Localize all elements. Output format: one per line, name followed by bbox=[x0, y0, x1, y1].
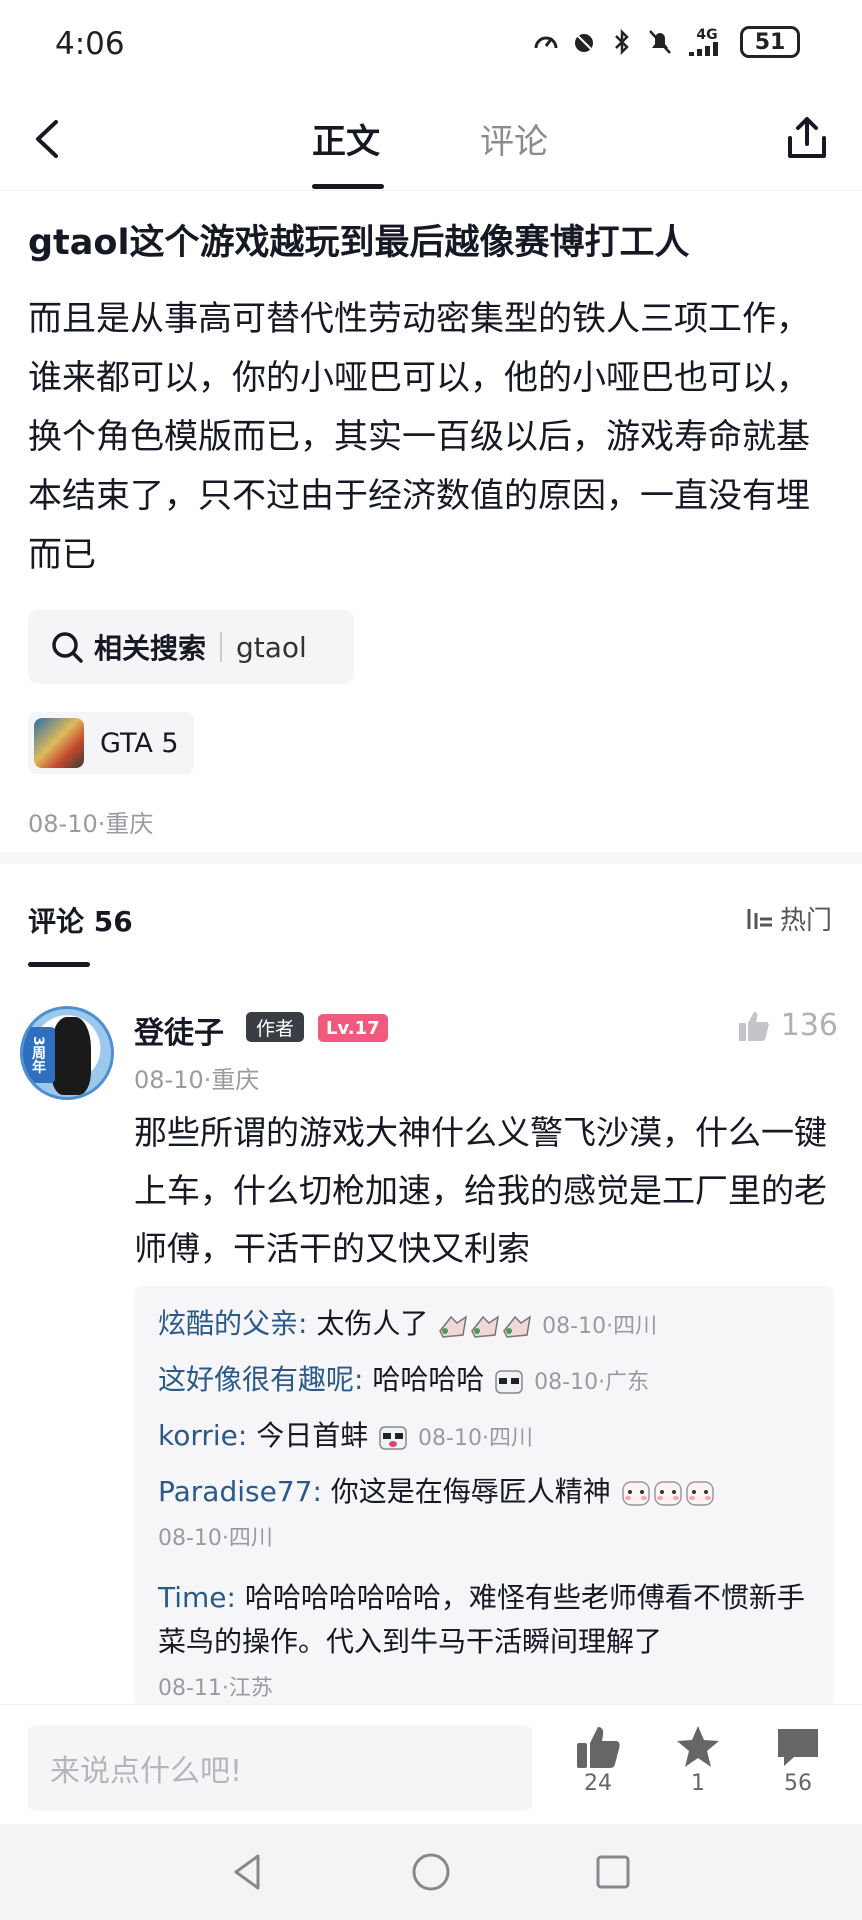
avatar[interactable]: 3周年 bbox=[20, 1006, 114, 1100]
reply-author[interactable]: 炫酷的父亲: bbox=[158, 1307, 307, 1340]
comment-count: 56 bbox=[784, 1771, 812, 1796]
top-nav: 正文 评论 bbox=[0, 92, 862, 191]
commenter-name[interactable]: 登徒子 bbox=[134, 1008, 224, 1052]
section-divider bbox=[0, 852, 862, 864]
reply-date-location: 08-10·广东 bbox=[534, 1370, 650, 1395]
shocked-emoji-icon bbox=[379, 1426, 407, 1450]
reply-date-location: 08-10·四川 bbox=[418, 1426, 533, 1451]
active-tab-indicator bbox=[312, 184, 384, 189]
game-thumbnail bbox=[34, 718, 84, 768]
reply-author[interactable]: Paradise77: bbox=[158, 1475, 322, 1508]
reply-author[interactable]: korrie: bbox=[158, 1419, 247, 1452]
crying-emoji-icon bbox=[471, 1315, 500, 1338]
post-date-location: 08-10·重庆 bbox=[28, 810, 154, 838]
related-search-chip[interactable]: 相关搜索 gtaol bbox=[28, 610, 354, 684]
sort-icon bbox=[747, 908, 772, 929]
game-tag-chip[interactable]: GTA 5 bbox=[28, 712, 194, 774]
share-button[interactable] bbox=[784, 114, 830, 162]
author-badge: 作者 bbox=[246, 1012, 305, 1042]
favorite-button[interactable]: 1 bbox=[658, 1723, 738, 1796]
comment-text: 那些所谓的游戏大神什么义警飞沙漠，什么一键上车，什么切枪加速，给我的感觉是工厂里… bbox=[134, 1113, 827, 1268]
nav-recents-icon[interactable] bbox=[594, 1853, 632, 1891]
sunglasses-emoji-icon bbox=[495, 1370, 523, 1394]
comments-count-title: 评论 56 bbox=[28, 905, 133, 938]
comment-like-button[interactable]: 136 bbox=[737, 1008, 838, 1043]
crying-emoji-icon bbox=[439, 1315, 468, 1338]
nav-home-icon[interactable] bbox=[410, 1851, 452, 1893]
like-button[interactable]: 24 bbox=[558, 1723, 638, 1796]
thumbs-up-icon bbox=[738, 1011, 769, 1041]
crying-emoji-icon bbox=[503, 1315, 532, 1338]
avatar-dog-figure bbox=[51, 1017, 91, 1095]
status-time: 4:06 bbox=[55, 26, 125, 62]
level-badge: Lv.17 bbox=[318, 1014, 388, 1042]
mute-bell-icon bbox=[646, 28, 674, 56]
status-icons: 4G 51 bbox=[532, 26, 800, 58]
sort-label: 热门 bbox=[779, 906, 832, 936]
reply-text: 哈哈哈哈 bbox=[363, 1363, 485, 1396]
related-search-keyword: gtaol bbox=[236, 630, 307, 664]
comment-bubble-icon bbox=[778, 1729, 818, 1766]
reply-date-location: 08-11·江苏 bbox=[158, 1676, 273, 1701]
thumbs-up-icon bbox=[577, 1727, 620, 1768]
reply-author[interactable]: 这好像很有趣呢: bbox=[158, 1363, 363, 1396]
tab-comments[interactable]: 评论 bbox=[480, 114, 548, 163]
status-bar: 4:06 4G 51 bbox=[0, 0, 862, 90]
reply-date-location: 08-10·四川 bbox=[158, 1526, 273, 1551]
nav-back-icon[interactable] bbox=[228, 1852, 268, 1892]
avatar-anniversary-badge: 3周年 bbox=[23, 1027, 55, 1083]
chip-divider bbox=[220, 632, 223, 662]
back-button[interactable] bbox=[30, 116, 70, 162]
reply-item[interactable]: Paradise77: 你这是在侮辱匠人精神 08-10·四川 bbox=[158, 1470, 818, 1561]
related-search-label: 相关搜索 bbox=[94, 632, 207, 665]
reply-date-location: 08-10·四川 bbox=[542, 1314, 658, 1339]
post-title: gtaol这个游戏越玩到最后越像赛博打工人 bbox=[28, 223, 690, 263]
replies-box: 炫酷的父亲: 太伤人了 08-10·四川 这好像很有趣呢: 哈哈哈哈 08-10… bbox=[134, 1286, 834, 1706]
comment-like-count: 136 bbox=[780, 1008, 838, 1043]
back-arrow-icon bbox=[36, 120, 58, 158]
blushing-emoji-icon bbox=[653, 1481, 682, 1506]
reply-author[interactable]: Time: bbox=[158, 1581, 236, 1614]
alarm-icon bbox=[570, 28, 598, 56]
comment-date-location: 08-10·重庆 bbox=[134, 1066, 260, 1094]
battery-indicator: 51 bbox=[740, 26, 800, 58]
bluetooth-icon bbox=[608, 28, 636, 56]
blushing-emoji-icon bbox=[621, 1481, 650, 1506]
bottom-action-bar: 来说点什么吧! 24 1 56 bbox=[0, 1704, 862, 1825]
reply-text: 哈哈哈哈哈哈哈，难怪有些老师傅看不惯新手菜鸟的操作。代入到牛马干活瞬间理解了 bbox=[158, 1581, 805, 1658]
sort-hot-button[interactable]: 热门 bbox=[744, 900, 832, 937]
reply-text: 你这是在侮辱匠人精神 bbox=[321, 1475, 611, 1508]
reply-text: 今日首蚌 bbox=[247, 1419, 369, 1452]
star-icon bbox=[677, 1726, 719, 1767]
game-tag-name: GTA 5 bbox=[100, 727, 179, 759]
search-icon bbox=[52, 632, 83, 663]
reply-item[interactable]: korrie: 今日首蚌 08-10·四川 bbox=[158, 1414, 818, 1461]
comment-button[interactable]: 56 bbox=[758, 1723, 838, 1796]
share-icon bbox=[788, 117, 826, 158]
speed-icon bbox=[532, 28, 560, 56]
reply-item[interactable]: 这好像很有趣呢: 哈哈哈哈 08-10·广东 bbox=[158, 1358, 818, 1405]
tab-main-text[interactable]: 正文 bbox=[312, 114, 380, 163]
like-count: 24 bbox=[584, 1771, 612, 1796]
reply-item[interactable]: 炫酷的父亲: 太伤人了 08-10·四川 bbox=[158, 1302, 818, 1349]
comment-input[interactable]: 来说点什么吧! bbox=[28, 1725, 532, 1811]
favorite-count: 1 bbox=[691, 1771, 705, 1796]
reply-text: 太伤人了 bbox=[307, 1307, 429, 1340]
signal-icon: 4G bbox=[684, 28, 730, 56]
reply-item[interactable]: Time: 哈哈哈哈哈哈哈，难怪有些老师傅看不惯新手菜鸟的操作。代入到牛马干活瞬… bbox=[158, 1576, 818, 1711]
post-body: 而且是从事高可替代性劳动密集型的铁人三项工作，谁来都可以，你的小哑巴可以，他的小… bbox=[28, 299, 810, 575]
network-type: 4G bbox=[696, 27, 718, 43]
system-nav-bar bbox=[0, 1824, 862, 1920]
blushing-emoji-icon bbox=[685, 1481, 714, 1506]
comments-title-underline bbox=[28, 962, 90, 967]
